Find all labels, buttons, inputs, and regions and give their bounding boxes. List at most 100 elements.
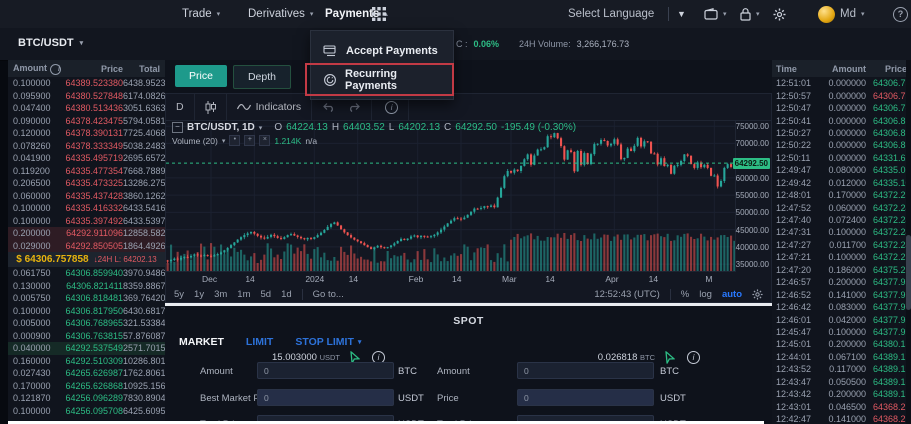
order-book-ask-row[interactable]: 0.04740064380.5134363051.636337 bbox=[8, 102, 165, 115]
scrollbar-track[interactable] bbox=[906, 60, 911, 424]
wallet-icon bbox=[704, 8, 718, 20]
scrollbar-thumb[interactable] bbox=[906, 235, 911, 310]
settings-icon[interactable]: + bbox=[244, 135, 255, 146]
tab-limit[interactable]: LIMIT bbox=[246, 336, 273, 348]
chart-settings-gear-icon[interactable] bbox=[752, 289, 763, 300]
orders-menu-button[interactable]: ▾ bbox=[740, 0, 760, 28]
order-book-bid-row[interactable]: 0.12187064256.0962897830.890455 bbox=[8, 392, 165, 405]
order-book-bid-row[interactable]: 0.10000064306.8179506430.681795 bbox=[8, 305, 165, 318]
range-5y[interactable]: 5y bbox=[174, 289, 184, 300]
log-scale-button[interactable]: log bbox=[699, 289, 712, 300]
order-book-bid-row[interactable]: 0.06175064306.8599403970.948601 bbox=[8, 267, 165, 280]
tab-stop-limit[interactable]: STOP LIMIT▾ bbox=[295, 336, 361, 348]
daily-low: ↓24H L: 64202.13 bbox=[94, 255, 157, 264]
help-button[interactable]: ? bbox=[893, 0, 908, 28]
goto-button[interactable]: Go to... bbox=[313, 289, 344, 300]
price-axis-tick: 55000.00 bbox=[736, 191, 769, 200]
order-book-ask-row[interactable]: 0.06000064335.4374283860.126246 bbox=[8, 190, 165, 203]
user-menu[interactable]: Md ▾ bbox=[818, 0, 865, 28]
tab-market[interactable]: MARKET bbox=[179, 336, 224, 348]
range-1m[interactable]: 1m bbox=[237, 289, 250, 300]
close-icon[interactable]: × bbox=[259, 135, 270, 146]
indicators-button[interactable]: Indicators bbox=[227, 94, 313, 120]
order-book-ask-row[interactable]: 0.20000064292.91109612858.582219 bbox=[8, 227, 165, 240]
order-book-ask-row[interactable]: 0.07826064378.3333495038.248368 bbox=[8, 140, 165, 153]
order-book-total-header: Total bbox=[123, 64, 160, 74]
buy-amount-input[interactable] bbox=[257, 362, 394, 379]
percent-scale-button[interactable]: % bbox=[681, 289, 689, 300]
order-book-bid-row[interactable]: 0.13000064306.8214118359.886783 bbox=[8, 280, 165, 293]
menu-item-recurring-payments[interactable]: Recurring Payments bbox=[311, 65, 453, 94]
collapse-icon[interactable]: − bbox=[172, 122, 183, 133]
order-book-ask-row[interactable]: 0.10000064335.4163326433.541633 bbox=[8, 202, 165, 215]
volume-indicator-label: Volume (20) bbox=[172, 136, 218, 146]
range-5d[interactable]: 5d bbox=[261, 289, 272, 300]
ticker-stats: C : 0.06% 24H Volume: 3,266,176.73 bbox=[456, 39, 629, 49]
candlestick-icon bbox=[205, 101, 216, 114]
order-book-header: Amounti Price Total bbox=[8, 60, 165, 77]
pair-label: BTC/USDT bbox=[18, 37, 74, 49]
language-dropdown-button[interactable]: ▼ bbox=[677, 0, 686, 28]
nav-trade-label: Trade bbox=[182, 8, 212, 20]
candle-style-button[interactable] bbox=[195, 94, 227, 120]
order-book-bid-row[interactable]: 0.00500064306.768965321.533845 bbox=[8, 317, 165, 330]
chevron-down-icon: ▾ bbox=[217, 10, 221, 18]
settings-button[interactable] bbox=[773, 0, 786, 28]
buy-price-input[interactable] bbox=[257, 389, 394, 406]
order-book-bid-row[interactable]: 0.00575064306.818481369.764206 bbox=[8, 292, 165, 305]
legend-open: 64224.13 bbox=[286, 122, 328, 133]
order-book-bid-row[interactable]: 0.04000064292.5375492571.701502 bbox=[8, 342, 165, 355]
order-book-ask-row[interactable]: 0.09590064380.5278486174.082621 bbox=[8, 90, 165, 103]
order-book-ask-row[interactable]: 0.10000064335.3974926433.539749 bbox=[8, 215, 165, 228]
order-book-bid-row[interactable]: 0.16000064292.51030910286.801649 bbox=[8, 355, 165, 368]
range-3m[interactable]: 3m bbox=[214, 289, 227, 300]
range-1y[interactable]: 1y bbox=[194, 289, 204, 300]
eye-icon[interactable]: • bbox=[229, 135, 240, 146]
volume-indicator-value: 1.214K bbox=[274, 136, 301, 146]
nav-trade[interactable]: Trade ▾ bbox=[182, 0, 220, 28]
order-book-ask-row[interactable]: 0.09000064378.4234755794.058113 bbox=[8, 115, 165, 128]
accept-payments-icon bbox=[323, 45, 338, 57]
sell-price-input[interactable] bbox=[517, 389, 654, 406]
time-axis-tick: Dec bbox=[202, 274, 217, 284]
time-axis-tick: Feb bbox=[409, 274, 424, 284]
sell-amount-unit: BTC bbox=[660, 366, 679, 377]
order-book-bid-row[interactable]: 0.10000064256.0957086425.609571 bbox=[8, 405, 165, 418]
order-book-ask-row[interactable]: 0.20650064335.47332513286.275242 bbox=[8, 177, 165, 190]
time-axis[interactable]: Dec14202414Feb14Mar14Apr14M bbox=[166, 271, 736, 285]
order-book-ask-row[interactable]: 0.02900064292.8505051864.492665 bbox=[8, 240, 165, 253]
order-book-bid-row[interactable]: 0.02743064265.6269871762.806148 bbox=[8, 367, 165, 380]
apps-grid-icon[interactable] bbox=[372, 0, 386, 28]
pair-selector[interactable]: BTC/USDT ▾ bbox=[18, 37, 83, 49]
order-book-bid-row[interactable]: 0.00090064306.76381557.876087 bbox=[8, 330, 165, 343]
range-1d[interactable]: 1d bbox=[281, 289, 292, 300]
trade-history-row: 12:49:470.08000064335.086890 bbox=[772, 164, 911, 176]
tab-depth[interactable]: Depth bbox=[233, 65, 291, 89]
buy-amount-unit: BTC bbox=[398, 366, 417, 377]
order-book-bid-row[interactable]: 0.17000064265.62686810925.156568 bbox=[8, 380, 165, 393]
info-icon: i bbox=[385, 101, 398, 114]
trade-history-row: 12:50:410.00000064306.818481 bbox=[772, 114, 911, 126]
interval-button[interactable]: D bbox=[166, 94, 195, 120]
divider bbox=[668, 7, 669, 21]
candlestick-plot-area[interactable]: − BTC/USDT, 1D ▾ O64224.13 H64403.52 L64… bbox=[166, 121, 736, 271]
info-icon[interactable]: i bbox=[687, 351, 700, 364]
order-book-ask-row[interactable]: 0.12000064378.3901317725.406816 bbox=[8, 127, 165, 140]
ticker-bar: BTC/USDT ▾ C : 0.06% 24H Volume: 3,266,1… bbox=[0, 28, 911, 61]
order-book-ask-row[interactable]: 0.04190064335.4957192695.657271 bbox=[8, 152, 165, 165]
info-icon[interactable]: i bbox=[50, 64, 61, 75]
order-book-ask-row[interactable]: 0.10000064389.5233806438.952338 bbox=[8, 77, 165, 90]
wallet-menu-button[interactable]: ▾ bbox=[704, 0, 727, 28]
order-book-ask-row[interactable]: 0.11920064335.4773547668.788901 bbox=[8, 165, 165, 178]
price-axis[interactable]: 75000.0070000.0060000.0055000.0050000.00… bbox=[735, 121, 771, 271]
trade-history-row: 12:45:010.20000064380.153929 bbox=[772, 338, 911, 350]
sell-amount-input[interactable] bbox=[517, 362, 654, 379]
nav-derivatives[interactable]: Derivatives ▾ bbox=[248, 0, 313, 28]
menu-item-accept-payments[interactable]: Accept Payments bbox=[311, 36, 453, 65]
trade-history-row: 12:46:420.08300064377.970800 bbox=[772, 301, 911, 313]
select-language[interactable]: Select Language bbox=[568, 0, 654, 28]
tab-price[interactable]: Price bbox=[175, 65, 227, 87]
auto-scale-button[interactable]: auto bbox=[722, 289, 742, 300]
trade-history-row: 12:49:420.01200064335.100218 bbox=[772, 177, 911, 189]
cursor-icon bbox=[663, 351, 676, 365]
